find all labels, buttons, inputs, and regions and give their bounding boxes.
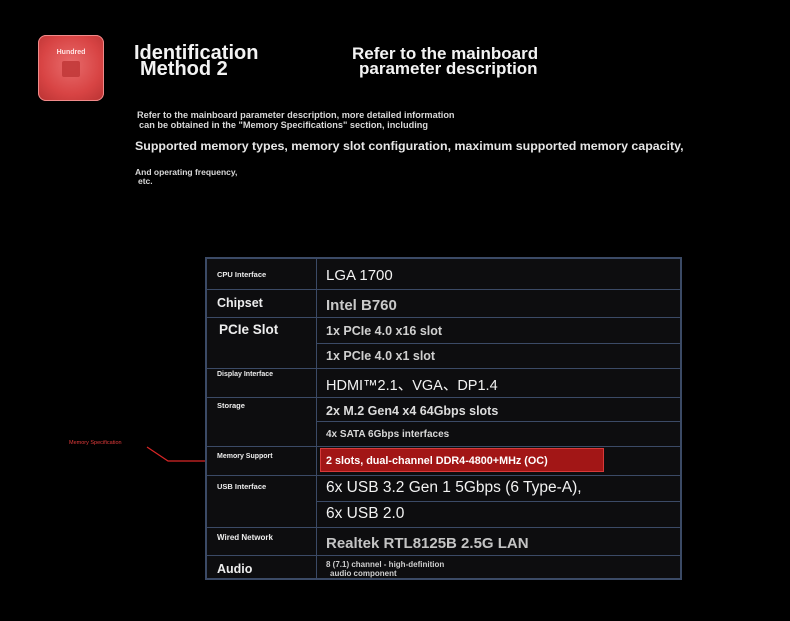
chipset-label: Chipset xyxy=(217,296,263,310)
wired-network-label: Wired Network xyxy=(217,533,273,542)
intro-line2: can be obtained in the "Memory Specifica… xyxy=(139,120,428,130)
intro-tail-line2: etc. xyxy=(138,176,153,186)
memory-support-value: 2 slots, dual-channel DDR4-4800+MHz (OC) xyxy=(326,455,548,467)
display-interface-label: Display Interface xyxy=(217,371,274,378)
row-divider xyxy=(207,475,680,476)
chip-icon xyxy=(62,61,80,77)
spec-table: CPU Interface LGA 1700 Chipset Intel B76… xyxy=(205,257,682,580)
method-subtitle: Refer to the mainboard parameter descrip… xyxy=(352,45,612,78)
row-divider xyxy=(207,397,680,398)
intro-paragraph: Refer to the mainboard parameter descrip… xyxy=(137,110,557,130)
storage-value-2: 4x SATA 6Gbps interfaces xyxy=(326,429,450,440)
usb-interface-label: USB Interface xyxy=(217,482,267,491)
cpu-interface-label: CPU Interface xyxy=(217,270,267,279)
usb-interface-value-1: 6x USB 3.2 Gen 1 5Gbps (6 Type-A), xyxy=(326,479,582,496)
cpu-interface-value: LGA 1700 xyxy=(326,267,393,284)
subrow-divider xyxy=(316,421,680,422)
intro-highlight: Supported memory types, memory slot conf… xyxy=(135,139,684,153)
intro-line1: Refer to the mainboard parameter descrip… xyxy=(137,110,455,120)
display-interface-value: HDMI™2.1、VGA、DP1.4 xyxy=(326,378,498,394)
memory-callout-label: Memory Specification xyxy=(69,440,122,446)
chipset-value: Intel B760 xyxy=(326,297,397,314)
row-divider xyxy=(207,446,680,447)
memory-support-label: Memory Support xyxy=(217,453,273,460)
row-divider xyxy=(207,555,680,556)
usb-interface-value-2: 6x USB 2.0 xyxy=(326,505,405,522)
row-divider xyxy=(207,317,680,318)
storage-value-1: 2x M.2 Gen4 x4 64Gbps slots xyxy=(326,404,499,418)
subrow-divider xyxy=(316,501,680,502)
storage-label: Storage xyxy=(217,401,245,410)
pcie-slot-label: PCIe Slot xyxy=(219,322,279,337)
method-title: Identification Method 2 xyxy=(134,43,314,80)
badge-label: Hundred xyxy=(56,49,86,56)
wired-network-value: Realtek RTL8125B 2.5G LAN xyxy=(326,535,529,552)
audio-value-1: 8 (7.1) channel - high-definition xyxy=(326,560,445,569)
row-divider xyxy=(207,368,680,369)
spec-column-divider xyxy=(316,259,317,578)
method-title-line2: Method 2 xyxy=(140,58,228,80)
pcie-slot-value-1: 1x PCIe 4.0 x16 slot xyxy=(326,324,443,338)
method-subtitle-line2: parameter description xyxy=(359,59,538,78)
audio-value-2: audio component xyxy=(330,569,397,578)
subrow-divider xyxy=(316,343,680,344)
row-divider xyxy=(207,527,680,528)
logo-badge: Hundred xyxy=(38,35,104,101)
audio-label: Audio xyxy=(217,562,253,576)
row-divider xyxy=(207,289,680,290)
pcie-slot-value-2: 1x PCIe 4.0 x1 slot xyxy=(326,349,436,363)
intro-tail: And operating frequency, etc. xyxy=(135,168,335,186)
